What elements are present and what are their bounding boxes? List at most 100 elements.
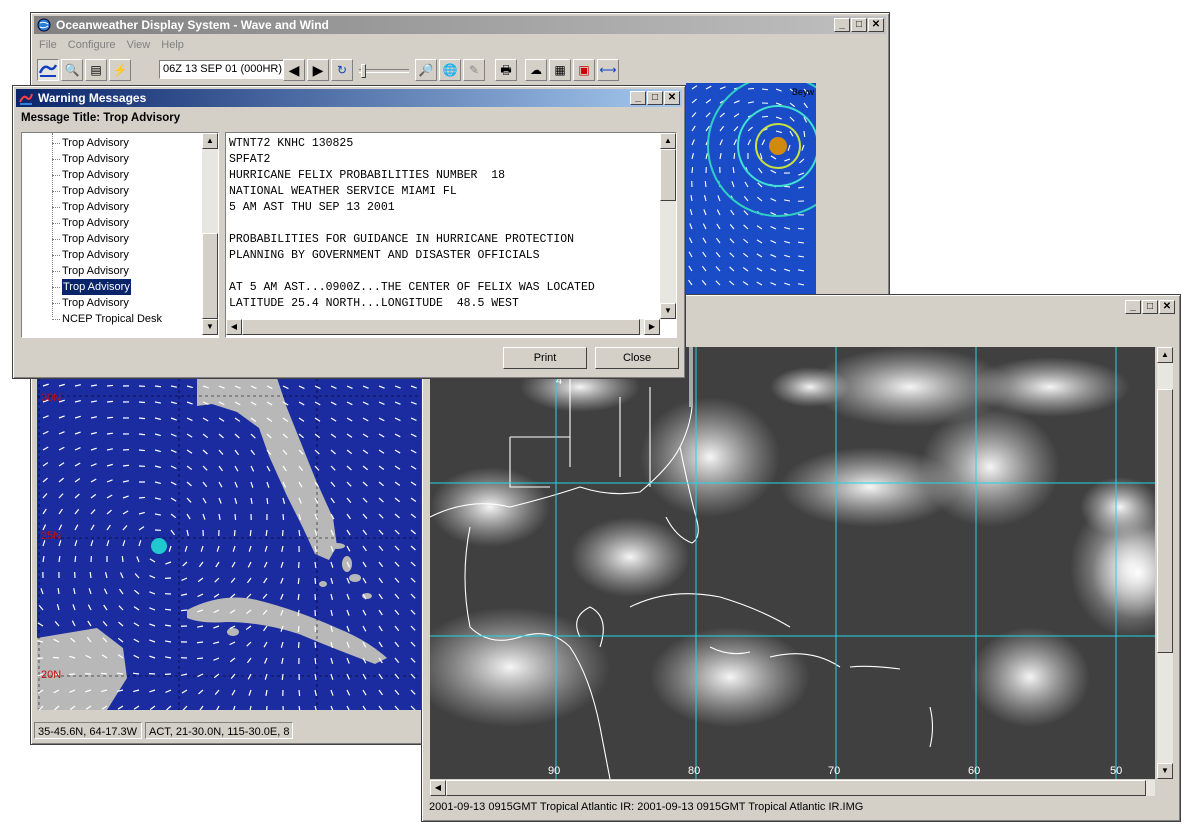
wind-arrow xyxy=(688,251,693,258)
sat-vertical-scrollbar[interactable]: ▲ ▼ xyxy=(1157,347,1173,779)
measure-icon[interactable]: ⟷ xyxy=(597,59,619,81)
cloud-icon[interactable]: ☁ xyxy=(525,59,547,81)
wind-arrow xyxy=(756,196,763,202)
tree-scrollbar[interactable]: ▲ ▼ xyxy=(202,133,218,335)
wind-arrow xyxy=(362,545,367,552)
message-vertical-scrollbar[interactable]: ▲ ▼ xyxy=(660,133,676,319)
tree-scroll-up-icon[interactable]: ▲ xyxy=(202,133,218,149)
tree-scroll-thumb[interactable] xyxy=(202,233,218,319)
wind-arrow xyxy=(410,481,417,486)
tree-item[interactable]: Trop Advisory xyxy=(62,199,129,215)
tree-connector xyxy=(52,319,60,320)
wind-arrow xyxy=(798,172,805,176)
wind-arrow xyxy=(362,449,369,454)
wind-arrow xyxy=(346,657,350,664)
msg-hscroll-thumb[interactable] xyxy=(242,319,640,335)
speed-slider[interactable] xyxy=(359,64,409,78)
tree-item[interactable]: NCEP Tropical Desk xyxy=(62,311,162,327)
brush-icon[interactable]: ✎ xyxy=(463,59,485,81)
close-button[interactable]: ✕ xyxy=(868,18,884,32)
scroll-left-icon[interactable]: ◀ xyxy=(430,780,446,796)
maximize-button[interactable]: □ xyxy=(851,18,867,32)
tree-item[interactable]: Trop Advisory xyxy=(61,278,132,296)
print-button[interactable]: Print xyxy=(503,347,587,369)
wind-arrow xyxy=(719,152,722,160)
wind-arrow xyxy=(362,577,367,584)
wind-arrow xyxy=(410,529,416,535)
wind-arrow xyxy=(38,604,44,611)
tree-item[interactable]: Trop Advisory xyxy=(62,215,129,231)
main-titlebar[interactable]: Oceanweather Display System - Wave and W… xyxy=(34,16,886,34)
sat-vscroll-thumb[interactable] xyxy=(1157,389,1173,653)
satellite-image[interactable]: 90 80 70 60 50 4 xyxy=(430,347,1155,779)
wind-arrow xyxy=(186,529,189,536)
message-tree[interactable]: Trop Advisory Trop Advisory Trop Advisory T… xyxy=(21,132,219,338)
msg-scroll-up-icon[interactable]: ▲ xyxy=(660,133,676,149)
slider-handle[interactable] xyxy=(361,64,366,78)
print-icon[interactable]: 🖶 xyxy=(495,59,517,81)
message-horizontal-scrollbar[interactable]: ◀ ▶ xyxy=(226,319,660,335)
main-wind-map[interactable]: 30N 25N 20N xyxy=(37,378,427,710)
next-icon[interactable]: ▶ xyxy=(307,59,329,81)
search-icon[interactable]: 🔎 xyxy=(415,59,437,81)
wind-arrow xyxy=(71,620,76,627)
message-text-area[interactable]: WTNT72 KNHC 130825 SPFAT2 HURRICANE FELIX … xyxy=(225,132,677,338)
scroll-down-icon[interactable]: ▼ xyxy=(1157,763,1173,779)
wave-icon[interactable] xyxy=(37,59,59,81)
tree-item[interactable]: Trop Advisory xyxy=(62,247,129,263)
menu-configure[interactable]: Configure xyxy=(68,39,116,51)
warning-titlebar[interactable]: Warning Messages _ □ ✕ xyxy=(16,89,682,107)
scroll-up-icon[interactable]: ▲ xyxy=(1157,347,1173,363)
menu-view[interactable]: View xyxy=(127,39,151,51)
msg-scroll-down-icon[interactable]: ▼ xyxy=(660,303,676,319)
tree-item[interactable]: Trop Advisory xyxy=(62,151,129,167)
warning-close-button[interactable]: ✕ xyxy=(664,91,680,105)
lon-label-80: 80 xyxy=(688,765,701,777)
zoom-map-icon[interactable]: 🔍 xyxy=(61,59,83,81)
wind-arrow xyxy=(770,268,777,272)
tree-item[interactable]: Trop Advisory xyxy=(62,295,129,311)
wind-arrow xyxy=(394,481,401,487)
minimize-button[interactable]: _ xyxy=(834,18,850,32)
wind-arrow xyxy=(747,87,755,90)
wind-arrow xyxy=(74,431,81,435)
tree-item[interactable]: Trop Advisory xyxy=(62,231,129,247)
menu-help[interactable]: Help xyxy=(161,39,184,51)
sat-horizontal-scrollbar[interactable]: ◀ xyxy=(430,780,1155,796)
app-globe-icon xyxy=(37,18,51,32)
tree-item[interactable]: Trop Advisory xyxy=(62,135,129,151)
warning-minimize-button[interactable]: _ xyxy=(630,91,646,105)
sat-hscroll-thumb[interactable] xyxy=(446,780,1146,796)
loop-icon[interactable]: ↻ xyxy=(331,59,353,81)
menu-file[interactable]: File xyxy=(39,39,57,51)
close-dialog-button[interactable]: Close xyxy=(595,347,679,369)
msg-scroll-right-icon[interactable]: ▶ xyxy=(644,319,660,335)
wind-arrow xyxy=(133,654,140,659)
wind-arrow xyxy=(58,555,61,563)
top-right-wind-map[interactable]: Beyw xyxy=(686,83,816,295)
document-icon[interactable]: ▦ xyxy=(549,59,571,81)
sat-close-button[interactable]: ✕ xyxy=(1159,300,1175,314)
sat-minimize-button[interactable]: _ xyxy=(1125,300,1141,314)
wind-arrow xyxy=(797,255,805,258)
wind-arrow xyxy=(232,705,236,710)
tree-item[interactable]: Trop Advisory xyxy=(62,183,129,199)
msg-vscroll-thumb[interactable] xyxy=(660,149,676,201)
tree-item[interactable]: Trop Advisory xyxy=(62,263,129,279)
tree-item[interactable]: Trop Advisory xyxy=(62,167,129,183)
tree-scroll-down-icon[interactable]: ▼ xyxy=(202,319,218,335)
wind-arrow xyxy=(154,481,161,484)
warning-icon[interactable]: ⚡ xyxy=(109,59,131,81)
wind-arrow xyxy=(186,513,191,520)
previous-icon[interactable]: ◀ xyxy=(283,59,305,81)
tool-icon[interactable]: ▤ xyxy=(85,59,107,81)
wind-arrow xyxy=(42,493,48,499)
sat-maximize-button[interactable]: □ xyxy=(1142,300,1158,314)
wind-arrow xyxy=(106,509,112,515)
globe-icon[interactable]: 🌐 xyxy=(439,59,461,81)
wind-arrow xyxy=(729,280,735,286)
warning-message-icon[interactable]: ▣ xyxy=(573,59,595,81)
warning-maximize-button[interactable]: □ xyxy=(647,91,663,105)
tree-connector xyxy=(52,207,60,208)
msg-scroll-left-icon[interactable]: ◀ xyxy=(226,319,242,335)
